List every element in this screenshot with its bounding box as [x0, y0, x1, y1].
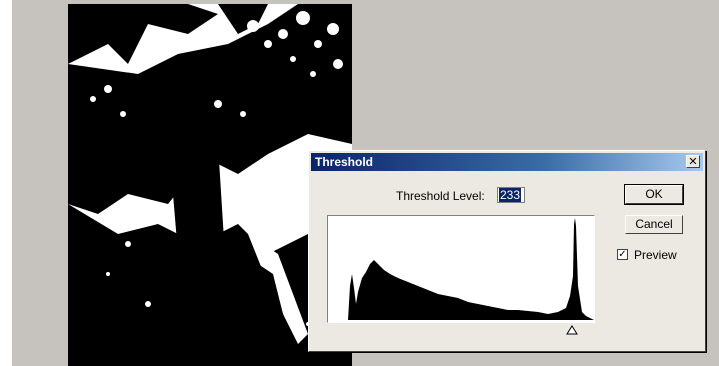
threshold-level-label: Threshold Level:	[396, 189, 485, 203]
close-icon[interactable]: ✕	[686, 155, 700, 168]
preview-label: Preview	[634, 248, 677, 262]
threshold-slider[interactable]	[327, 325, 595, 337]
threshold-level-input[interactable]: 233	[497, 187, 525, 203]
histogram	[327, 215, 595, 323]
preview-checkbox[interactable]: ✓	[617, 249, 628, 260]
ok-button[interactable]: OK	[624, 184, 684, 205]
histogram-graph	[328, 218, 594, 320]
checkbox-check-icon: ✓	[618, 249, 627, 260]
cancel-button[interactable]: Cancel	[625, 215, 683, 234]
dialog-title: Threshold	[315, 155, 374, 169]
slider-triangle-icon[interactable]	[566, 325, 578, 335]
threshold-dialog: Threshold ✕ Threshold Level: 233 OK Canc…	[308, 150, 706, 352]
left-gutter	[0, 0, 12, 366]
threshold-level-value: 233	[499, 188, 522, 202]
dialog-titlebar[interactable]: Threshold ✕	[311, 153, 703, 171]
